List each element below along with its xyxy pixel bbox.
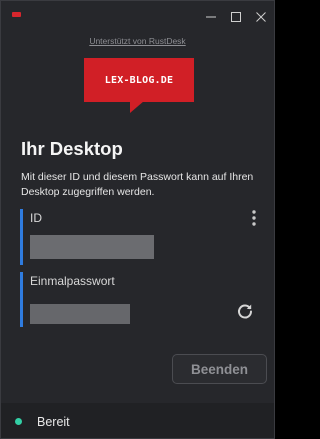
id-field: ID: [20, 209, 266, 265]
maximize-button[interactable]: [226, 7, 246, 27]
password-label: Einmalpasswort: [30, 274, 115, 288]
id-field-accent-bar: [20, 209, 23, 265]
minimize-icon: [206, 16, 216, 18]
logo-text: LEX-BLOG.DE: [104, 74, 174, 86]
minimize-button[interactable]: [201, 7, 221, 27]
powered-by-link[interactable]: Unterstützt von RustDesk: [1, 36, 274, 46]
logo-box: LEX-BLOG.DE: [84, 58, 194, 102]
stop-button[interactable]: Beenden: [172, 354, 267, 384]
password-field-accent-bar: [20, 272, 23, 327]
password-field: Einmalpasswort: [20, 272, 266, 327]
logo-speech-tail: [130, 101, 144, 113]
status-text: Bereit: [37, 415, 70, 429]
id-value-redacted[interactable]: [30, 235, 154, 259]
status-indicator-dot: [15, 418, 22, 425]
rustdesk-window: Unterstützt von RustDesk LEX-BLOG.DE Ihr…: [0, 0, 275, 439]
password-value-redacted[interactable]: [30, 304, 130, 324]
more-vertical-icon[interactable]: [248, 209, 260, 227]
close-button[interactable]: [251, 7, 271, 27]
logo: LEX-BLOG.DE: [84, 55, 194, 115]
title-bar[interactable]: [1, 1, 274, 33]
page-description: Mit dieser ID und diesem Passwort kann a…: [21, 171, 254, 198]
status-bar: Bereit: [1, 403, 274, 438]
close-icon: [256, 12, 266, 22]
app-icon: [12, 12, 21, 17]
page-title: Ihr Desktop: [21, 138, 123, 159]
refresh-icon[interactable]: [236, 302, 254, 320]
id-label: ID: [30, 211, 42, 225]
maximize-icon: [231, 12, 241, 22]
